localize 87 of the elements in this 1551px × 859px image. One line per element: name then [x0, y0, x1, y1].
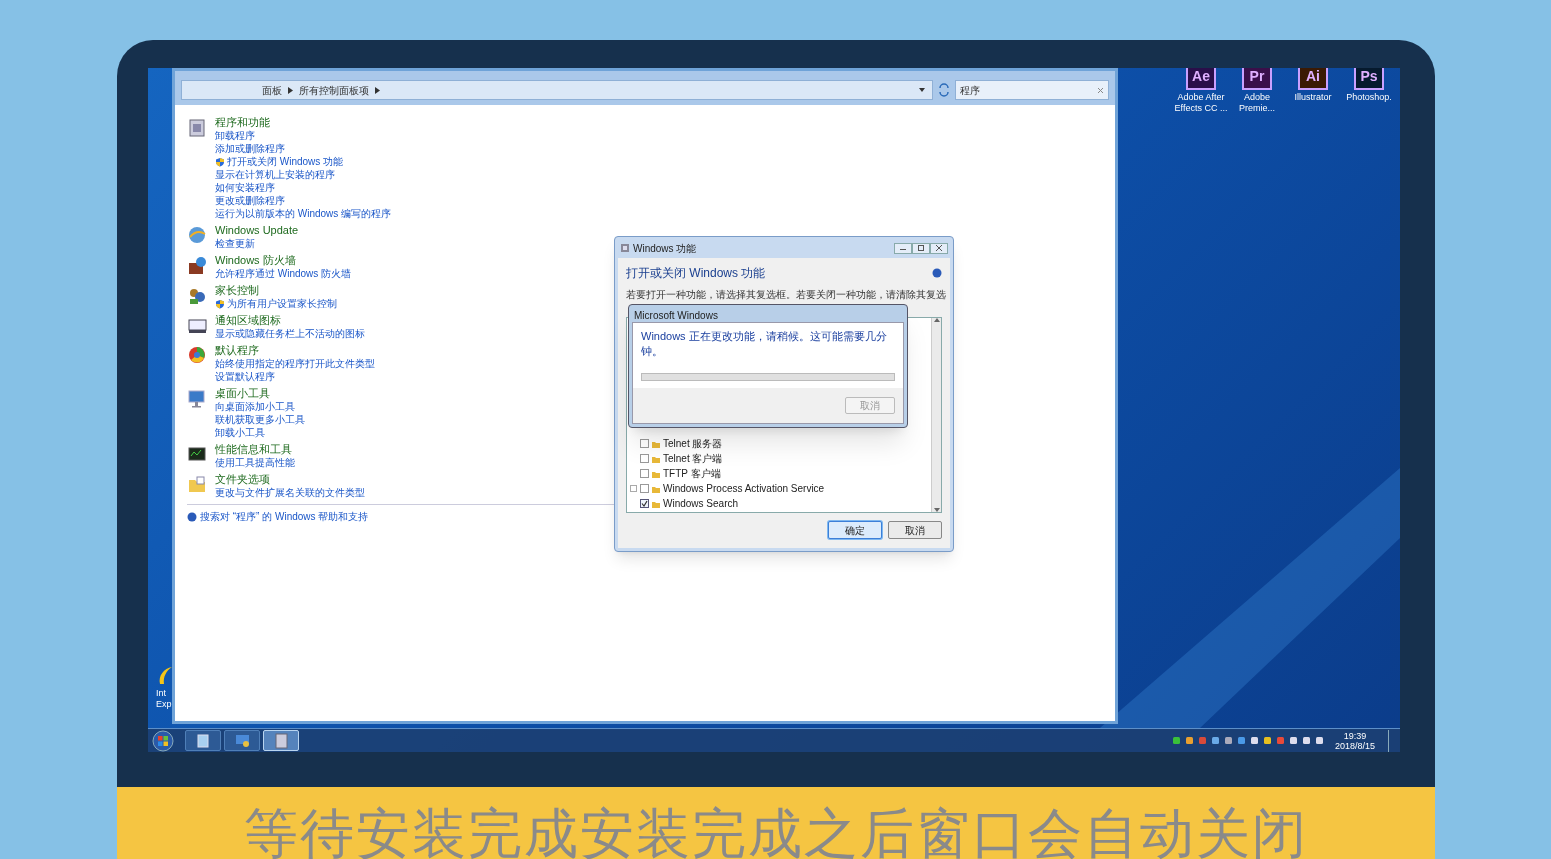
task-link[interactable]: 始终使用指定的程序打开此文件类型	[215, 357, 375, 370]
app-icon[interactable]: Pr	[1242, 68, 1272, 90]
close-icon[interactable]	[1097, 86, 1104, 94]
icon-label: Exp	[156, 699, 172, 710]
task-link[interactable]: 为所有用户设置家长控制	[227, 297, 337, 310]
category-title[interactable]: Windows Update	[215, 223, 299, 237]
maximize-button[interactable]	[912, 242, 930, 254]
subtitle-text: 等待安装完成安装完成之后窗口会自动关闭	[244, 802, 1308, 859]
category-icon[interactable]	[187, 255, 207, 275]
help-icon	[187, 511, 197, 522]
clock-date: 2018/8/15	[1334, 740, 1375, 751]
task-link[interactable]: 联机获取更多小工具	[215, 413, 305, 426]
app-icon[interactable]: Ae	[1186, 68, 1216, 90]
checkbox[interactable]	[640, 439, 649, 448]
window-title: Microsoft Windows	[633, 309, 719, 322]
category-title[interactable]: 性能信息和工具	[215, 442, 295, 456]
clock[interactable]: 19:39 2018/8/15	[1334, 730, 1375, 751]
feature-label[interactable]: TFTP 客户端	[663, 466, 721, 481]
help-icon[interactable]	[932, 268, 942, 278]
task-link[interactable]: 向桌面添加小工具	[215, 400, 295, 413]
search-field[interactable]: 程序	[955, 80, 1109, 100]
feature-label[interactable]: Windows Search	[663, 496, 739, 511]
task-link[interactable]: 显示在计算机上安装的程序	[215, 168, 335, 181]
category-title[interactable]: 通知区域图标	[215, 313, 365, 327]
app-icon[interactable]: Ps	[1354, 68, 1384, 90]
window-title: Windows 功能	[633, 241, 698, 256]
icon-label: Photoshop.	[1346, 92, 1392, 103]
program-icon	[272, 732, 290, 749]
icon-label: Illustrator	[1294, 92, 1332, 103]
app-icon[interactable]: Ai	[1298, 68, 1328, 90]
category-title[interactable]: 程序和功能	[215, 115, 392, 129]
chevron-icon	[375, 86, 380, 94]
start-button[interactable]	[152, 729, 174, 752]
feature-label[interactable]: Telnet 服务器	[663, 436, 723, 451]
task-link[interactable]: 更改或删除程序	[215, 194, 285, 207]
scroll-down-icon[interactable]	[933, 508, 940, 512]
task-link[interactable]: 卸载小工具	[215, 426, 265, 439]
task-link[interactable]: 检查更新	[215, 237, 255, 250]
minimize-button[interactable]	[894, 242, 912, 254]
task-link[interactable]: 更改与文件扩展名关联的文件类型	[215, 486, 365, 499]
category-title[interactable]: 默认程序	[215, 343, 375, 357]
scroll-up-icon[interactable]	[933, 318, 940, 322]
icon-label: Int	[156, 688, 166, 699]
task-link[interactable]: 添加或删除程序	[215, 142, 285, 155]
category-title[interactable]: 家长控制	[215, 283, 337, 297]
task-link[interactable]: 运行为以前版本的 Windows 编写的程序	[215, 207, 392, 220]
category-title[interactable]: Windows 防火墙	[215, 253, 352, 267]
checkbox[interactable]	[640, 469, 649, 478]
dialog-button[interactable]: 确定	[828, 521, 882, 539]
taskbar-button[interactable]	[185, 730, 221, 751]
address-bar[interactable]: 面板 所有控制面板项	[181, 80, 933, 100]
task-link[interactable]: 显示或隐藏任务栏上不活动的图标	[215, 327, 365, 340]
task-link[interactable]: 卸载程序	[215, 129, 255, 142]
feature-label[interactable]: Telnet 客户端	[663, 451, 723, 466]
taskbar-button[interactable]	[224, 730, 260, 751]
task-link[interactable]: 使用工具提高性能	[215, 456, 295, 469]
icon-label: Adobe Premie...	[1238, 92, 1276, 114]
checkbox[interactable]	[640, 499, 649, 508]
category-title[interactable]: 桌面小工具	[215, 386, 305, 400]
dropdown-icon[interactable]	[918, 86, 926, 94]
program-icon	[233, 732, 251, 749]
window-icon	[620, 243, 630, 253]
chevron-icon	[288, 86, 293, 94]
checkbox[interactable]	[640, 454, 649, 463]
breadcrumb-item[interactable]: 面板	[262, 82, 282, 98]
checkbox[interactable]	[640, 484, 649, 493]
clock-time: 19:39	[1343, 730, 1367, 741]
feature-label[interactable]: Windows Process Activation Service	[663, 481, 825, 496]
dialog-heading: 打开或关闭 Windows 功能	[626, 265, 767, 282]
scrollbar[interactable]	[931, 318, 941, 512]
close-button[interactable]	[930, 242, 948, 254]
icon-label: Adobe After Effects CC ...	[1174, 92, 1228, 114]
program-icon	[194, 732, 212, 749]
task-link[interactable]: 允许程序通过 Windows 防火墙	[215, 267, 352, 280]
maximize-icon	[917, 245, 925, 251]
category-icon[interactable]	[187, 444, 207, 464]
help-link[interactable]: 搜索对 “程序” 的 Windows 帮助和支持	[200, 509, 369, 524]
category-title[interactable]: 文件夹选项	[215, 472, 365, 486]
task-link[interactable]: 如何安装程序	[215, 181, 275, 194]
progress-message: Windows 正在更改功能，请稍候。这可能需要几分钟。	[641, 329, 888, 359]
dialog-button[interactable]: 取消	[888, 521, 942, 539]
refresh-icon[interactable]	[937, 83, 951, 97]
search-value: 程序	[960, 83, 981, 98]
task-link[interactable]: 打开或关闭 Windows 功能	[227, 155, 344, 168]
close-icon	[935, 245, 943, 251]
breadcrumb-item[interactable]: 所有控制面板项	[299, 82, 369, 98]
task-link[interactable]: 设置默认程序	[215, 370, 275, 383]
